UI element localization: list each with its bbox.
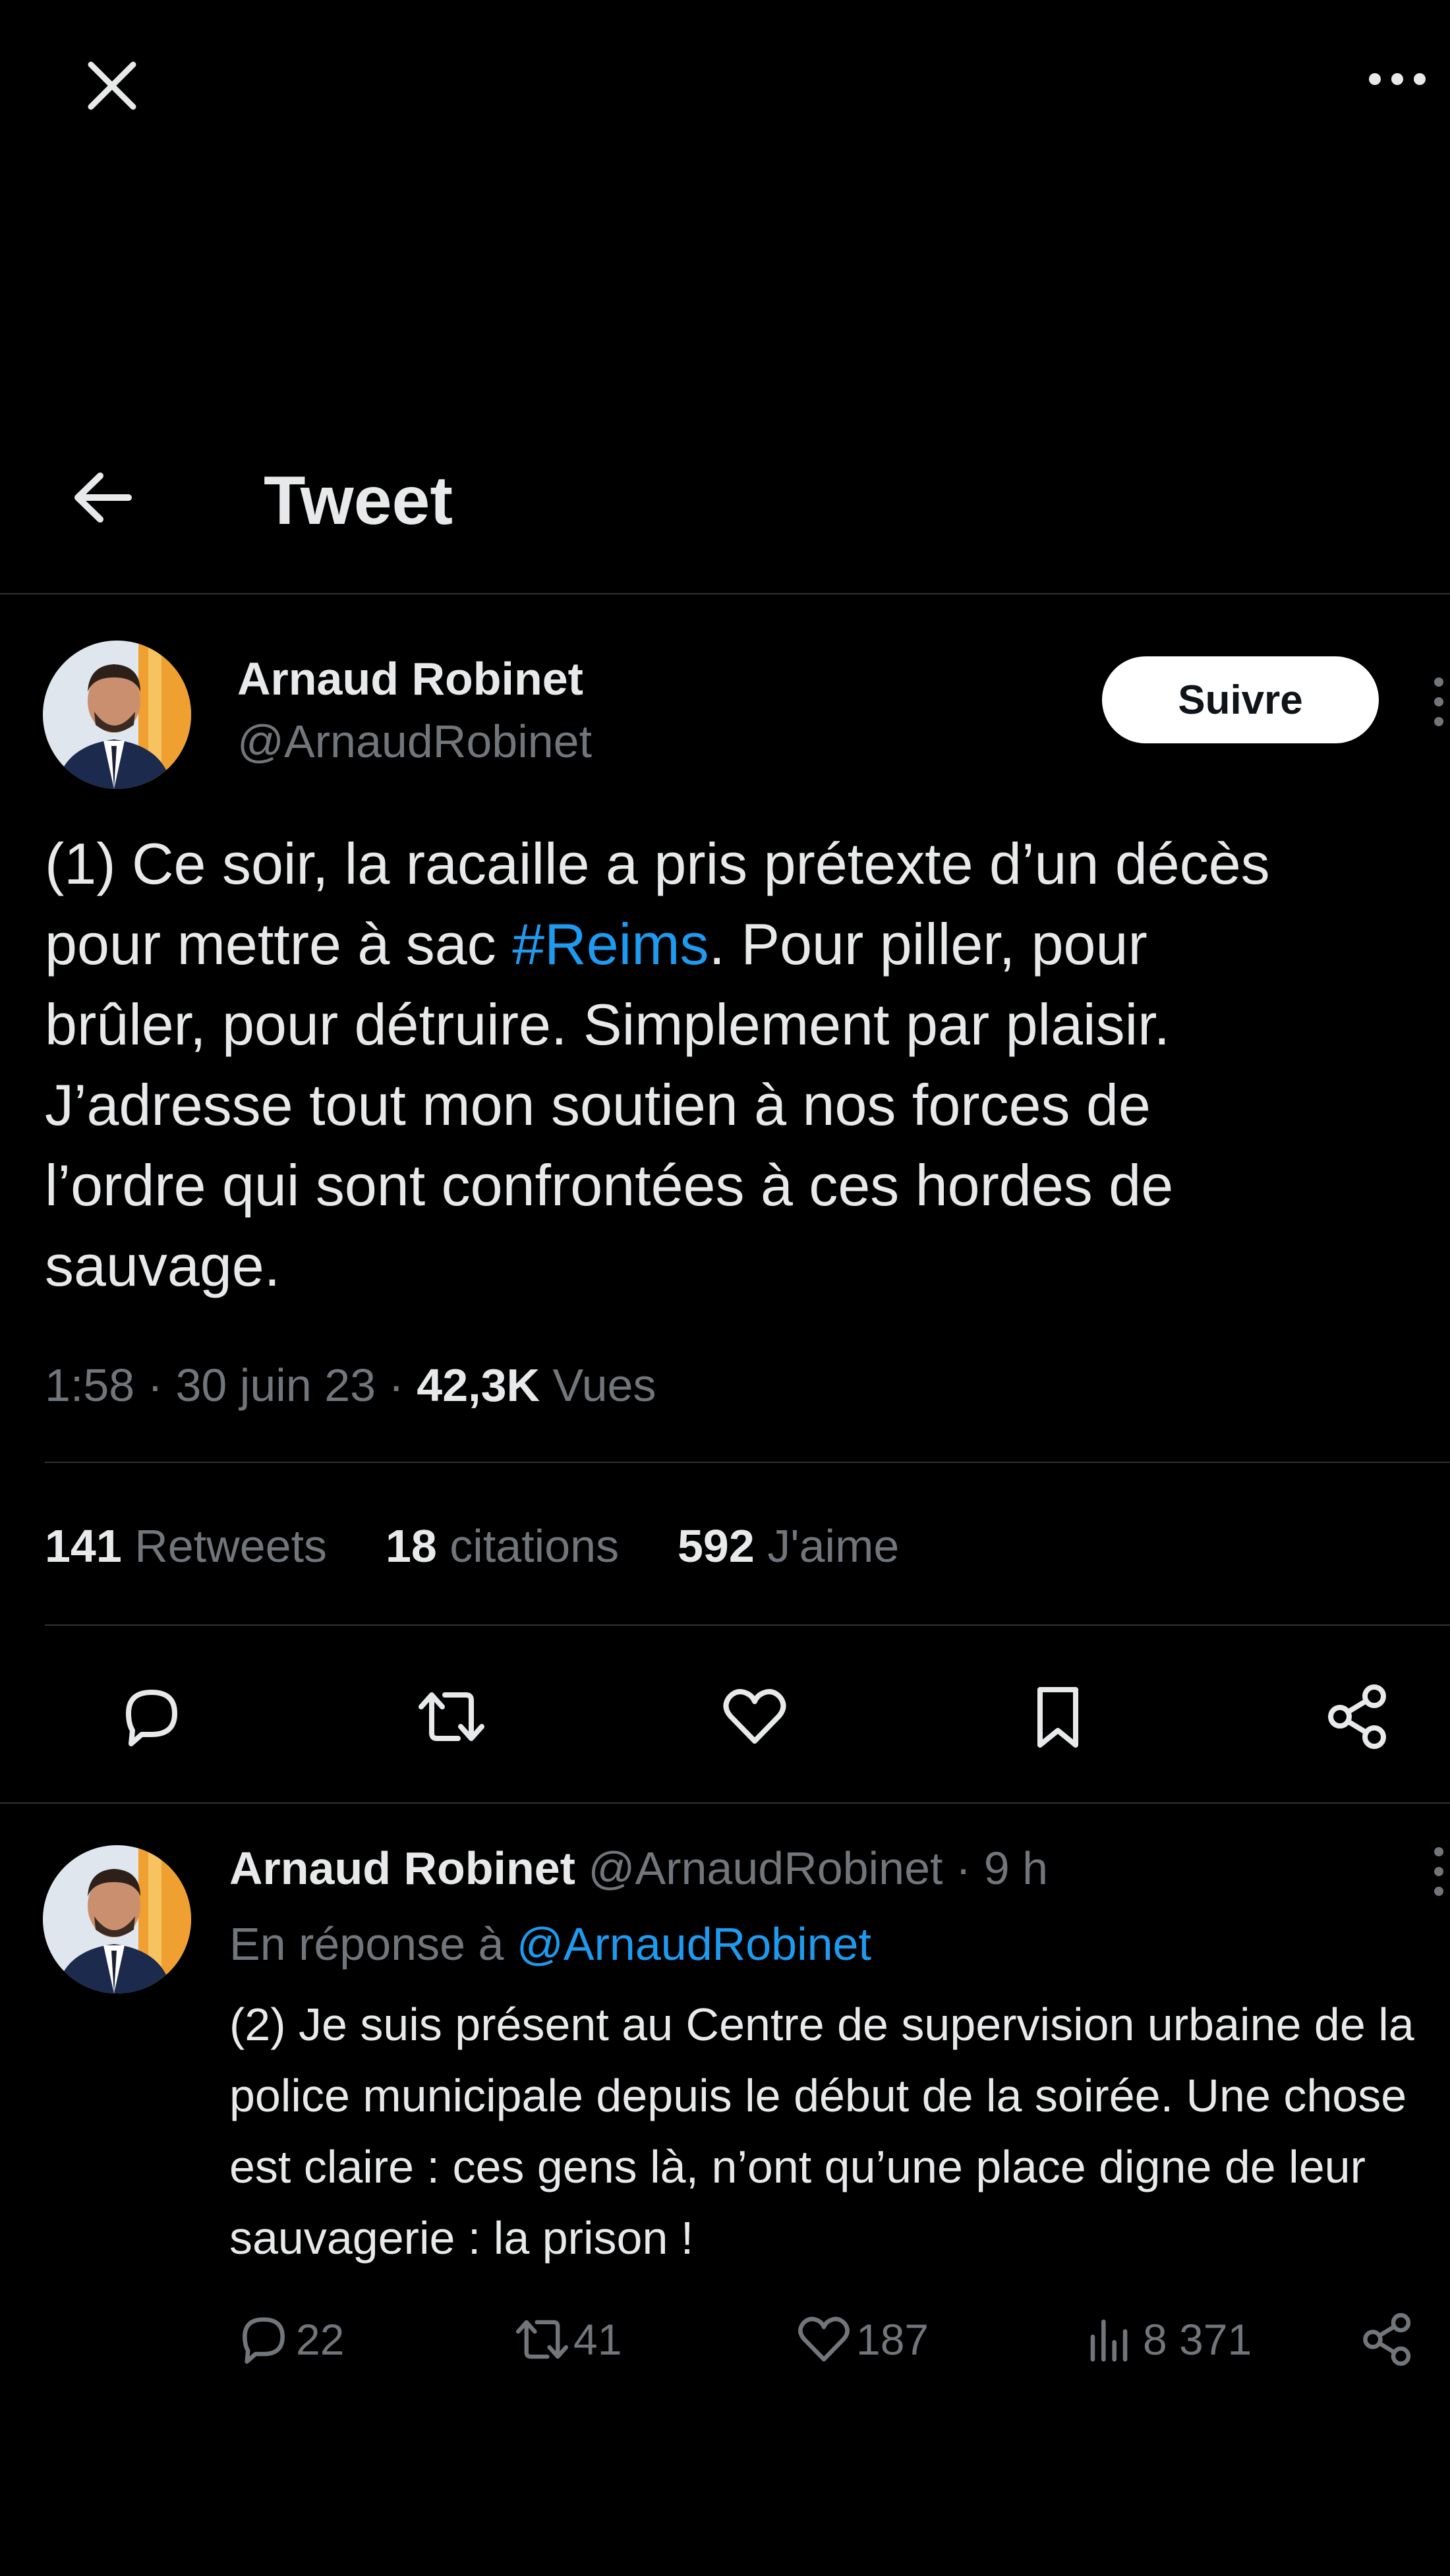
reply-views-button[interactable]: 8 371	[1081, 2310, 1252, 2369]
reply-icon	[126, 1690, 177, 1746]
reply-age: · 9 h	[955, 1843, 1049, 1894]
likes-stat[interactable]: 592 J'aime	[678, 1520, 899, 1572]
share-button[interactable]	[1321, 1680, 1394, 1753]
author-name[interactable]: Arnaud Robinet	[237, 652, 583, 705]
views-label: Vues	[552, 1360, 656, 1411]
bookmark-icon	[1037, 1687, 1078, 1748]
retweets-stat[interactable]: 141 Retweets	[45, 1520, 327, 1572]
tweet-time[interactable]: 1:58	[45, 1360, 134, 1411]
share-icon	[1363, 2312, 1411, 2366]
heart-icon	[723, 1689, 786, 1744]
close-icon	[88, 61, 136, 110]
hashtag-link[interactable]: #Reims	[512, 911, 709, 977]
page-title: Tweet	[264, 463, 453, 539]
reply-button[interactable]	[115, 1680, 188, 1753]
tweet-text: (1) Ce soir, la racaille a pris prétexte…	[45, 824, 1429, 1306]
reply-retweets-count: 41	[573, 2315, 622, 2364]
share-icon	[1328, 1684, 1386, 1749]
reply-share-button[interactable]	[1358, 2310, 1417, 2369]
quotes-count: 18	[385, 1520, 437, 1572]
likes-count: 592	[677, 1520, 755, 1572]
arrow-left-icon	[74, 472, 132, 523]
bookmark-button[interactable]	[1022, 1680, 1094, 1753]
in-reply-prefix: En réponse à	[229, 1918, 504, 1970]
retweet-button[interactable]	[412, 1680, 491, 1753]
retweets-count: 141	[45, 1520, 122, 1572]
avatar[interactable]	[43, 641, 191, 789]
separator: ·	[147, 1360, 163, 1411]
more-vertical-icon	[1434, 1847, 1443, 1896]
like-button[interactable]	[718, 1680, 791, 1753]
quotes-stat[interactable]: 18 citations	[386, 1520, 619, 1572]
reply-author-handle[interactable]: @ArnaudRobinet	[588, 1843, 942, 1894]
heart-icon	[798, 2316, 850, 2362]
close-button[interactable]	[79, 53, 145, 119]
reply-retweets-button[interactable]: 41	[511, 2310, 622, 2369]
more-vertical-icon	[1434, 677, 1443, 726]
retweet-icon	[419, 1692, 484, 1741]
quotes-label: citations	[450, 1520, 620, 1572]
likes-label: J'aime	[767, 1520, 900, 1572]
retweets-label: Retweets	[134, 1520, 328, 1572]
meta-divider	[45, 1462, 1450, 1463]
stats-divider	[45, 1624, 1450, 1626]
reply-likes-button[interactable]: 187	[794, 2310, 929, 2369]
tweet-date[interactable]: 30 juin 23	[175, 1360, 376, 1411]
actions-divider	[0, 1802, 1450, 1804]
reply-icon	[243, 2317, 285, 2364]
reply-more-button[interactable]	[1427, 1842, 1450, 1901]
separator: ·	[388, 1360, 404, 1411]
reply-avatar[interactable]	[43, 1845, 191, 1993]
views-count: 42,3K	[417, 1360, 540, 1411]
reply-text: (2) Je suis présent au Centre de supervi…	[229, 1999, 1414, 2264]
reply-author-name[interactable]: Arnaud Robinet	[229, 1843, 575, 1894]
author-handle[interactable]: @ArnaudRobinet	[237, 715, 592, 768]
more-horizontal-icon	[1369, 73, 1426, 85]
more-options-button[interactable]	[1364, 63, 1430, 96]
tweet-stats: 141 Retweets 18 citations 592 J'aime	[45, 1520, 899, 1572]
follow-button[interactable]: Suivre	[1102, 656, 1379, 743]
back-button[interactable]	[66, 461, 138, 534]
retweet-icon	[515, 2320, 569, 2359]
reply-likes-count: 187	[856, 2315, 929, 2364]
reply-replies-button[interactable]: 22	[234, 2310, 344, 2369]
tweet-meta: 1:58 · 30 juin 23 · 42,3K Vues	[45, 1359, 656, 1412]
in-reply-to: En réponse à @ArnaudRobinet	[229, 1914, 871, 1974]
views-chart-icon	[1090, 2319, 1128, 2362]
in-reply-handle[interactable]: @ArnaudRobinet	[517, 1918, 871, 1970]
reply-replies-count: 22	[296, 2315, 345, 2364]
reply-views-count: 8 371	[1143, 2315, 1252, 2364]
reply-header: Arnaud Robinet @ArnaudRobinet · 9 h	[229, 1839, 1048, 1898]
header-divider	[0, 593, 1450, 594]
tweet-more-button[interactable]	[1427, 672, 1450, 731]
